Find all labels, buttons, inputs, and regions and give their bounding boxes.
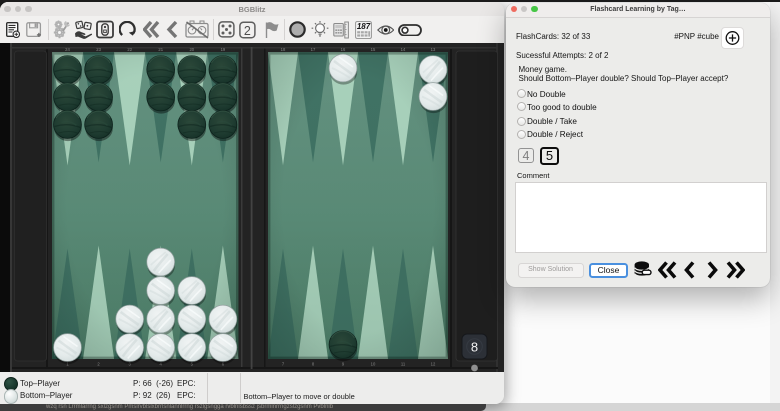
svg-text:21: 21 (158, 47, 163, 52)
svg-text:16: 16 (341, 47, 346, 52)
svg-text:11: 11 (401, 362, 406, 367)
svg-text:19: 19 (221, 47, 226, 52)
svg-text:17: 17 (311, 47, 316, 52)
svg-text:18: 18 (281, 47, 286, 52)
svg-text:20: 20 (189, 47, 194, 52)
svg-text:22: 22 (127, 47, 132, 52)
svg-text:187: 187 (357, 22, 371, 31)
svg-text:23: 23 (96, 47, 101, 52)
svg-text:2: 2 (244, 23, 251, 37)
svg-text:10: 10 (371, 362, 376, 367)
svg-text:15: 15 (371, 47, 376, 52)
svg-text:14: 14 (401, 47, 406, 52)
svg-text:8: 8 (471, 339, 478, 354)
svg-text:13: 13 (431, 47, 436, 52)
svg-text:24: 24 (65, 47, 70, 52)
svg-text:12: 12 (431, 362, 436, 367)
